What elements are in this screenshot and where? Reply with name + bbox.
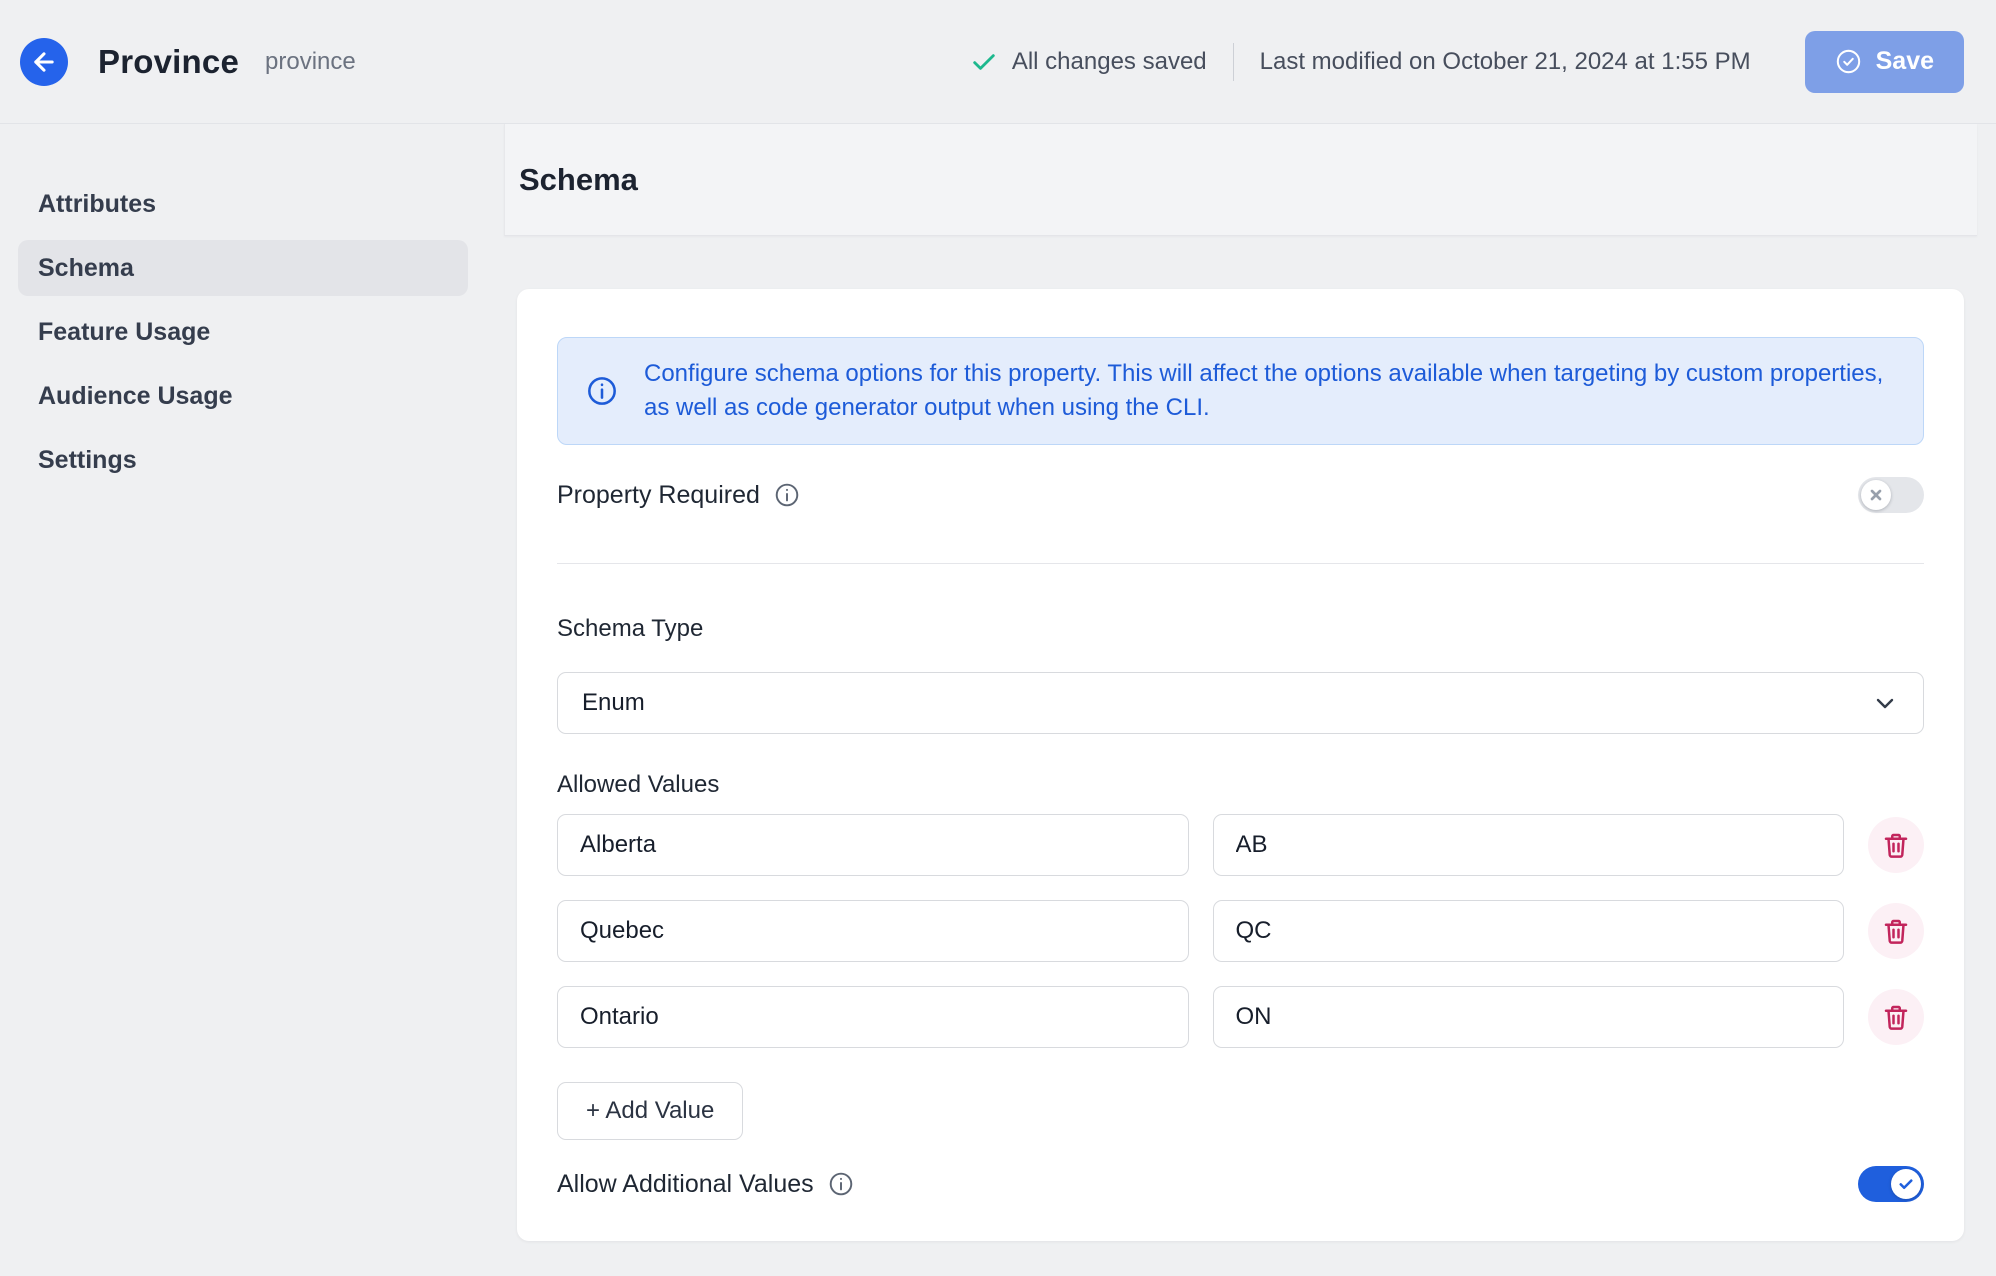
circle-check-icon (1835, 48, 1862, 75)
property-required-row: Property Required (557, 471, 1924, 519)
value-code-input[interactable] (1213, 986, 1845, 1048)
save-button[interactable]: Save (1805, 31, 1964, 93)
x-icon (1868, 487, 1884, 503)
trash-icon (1881, 1002, 1911, 1032)
info-banner-text: Configure schema options for this proper… (644, 357, 1895, 425)
info-banner: Configure schema options for this proper… (557, 337, 1924, 445)
value-name-input[interactable] (557, 814, 1189, 876)
schema-type-value: Enum (582, 689, 645, 717)
sidebar-item-feature-usage[interactable]: Feature Usage (18, 304, 468, 360)
value-name-input[interactable] (557, 900, 1189, 962)
value-code-input[interactable] (1213, 900, 1845, 962)
section-header: Schema (504, 124, 1977, 236)
delete-value-button[interactable] (1868, 817, 1924, 873)
back-button[interactable] (20, 38, 68, 86)
allow-additional-toggle[interactable] (1858, 1166, 1924, 1202)
trash-icon (1881, 830, 1911, 860)
delete-value-button[interactable] (1868, 989, 1924, 1045)
toggle-knob (1861, 480, 1891, 510)
sidebar-item-audience-usage[interactable]: Audience Usage (18, 368, 468, 424)
top-bar: Province province All changes saved Last… (0, 0, 1996, 124)
sidebar-item-label: Attributes (38, 190, 156, 219)
save-button-label: Save (1876, 47, 1934, 76)
sidebar-item-label: Schema (38, 254, 134, 283)
sidebar: Attributes Schema Feature Usage Audience… (0, 124, 504, 1276)
toggle-knob (1891, 1169, 1921, 1199)
schema-type-select[interactable]: Enum (557, 672, 1924, 734)
page-title: Province (98, 43, 239, 81)
add-value-button[interactable]: + Add Value (557, 1082, 743, 1140)
allow-additional-label: Allow Additional Values (557, 1170, 814, 1199)
allowed-values-list (557, 814, 1924, 1048)
sidebar-item-label: Audience Usage (38, 382, 233, 411)
value-name-input[interactable] (557, 986, 1189, 1048)
section-title: Schema (519, 162, 638, 198)
sidebar-item-schema[interactable]: Schema (18, 240, 468, 296)
property-required-toggle[interactable] (1858, 477, 1924, 513)
sidebar-item-label: Settings (38, 446, 137, 475)
info-icon[interactable] (774, 482, 800, 508)
delete-value-button[interactable] (1868, 903, 1924, 959)
last-modified-text: Last modified on October 21, 2024 at 1:5… (1260, 48, 1751, 76)
chevron-down-icon (1873, 691, 1897, 715)
sidebar-item-attributes[interactable]: Attributes (18, 176, 468, 232)
header-divider (1233, 43, 1234, 81)
schema-card: Configure schema options for this proper… (517, 289, 1964, 1241)
allow-additional-row: Allow Additional Values (557, 1160, 1924, 1208)
check-icon (1897, 1175, 1915, 1193)
trash-icon (1881, 916, 1911, 946)
check-icon (970, 48, 998, 76)
page-subtitle: province (265, 48, 356, 76)
save-status: All changes saved (970, 48, 1207, 76)
arrow-left-icon (30, 48, 58, 76)
info-icon (586, 375, 618, 407)
property-required-label: Property Required (557, 481, 760, 510)
sidebar-item-settings[interactable]: Settings (18, 432, 468, 488)
divider (557, 563, 1924, 564)
schema-type-label: Schema Type (557, 614, 1924, 644)
allowed-values-label: Allowed Values (557, 770, 1924, 800)
value-code-input[interactable] (1213, 814, 1845, 876)
save-status-text: All changes saved (1012, 48, 1207, 76)
info-icon[interactable] (828, 1171, 854, 1197)
main-content: Schema Configure schema options for this… (504, 124, 1996, 1276)
sidebar-item-label: Feature Usage (38, 318, 210, 347)
